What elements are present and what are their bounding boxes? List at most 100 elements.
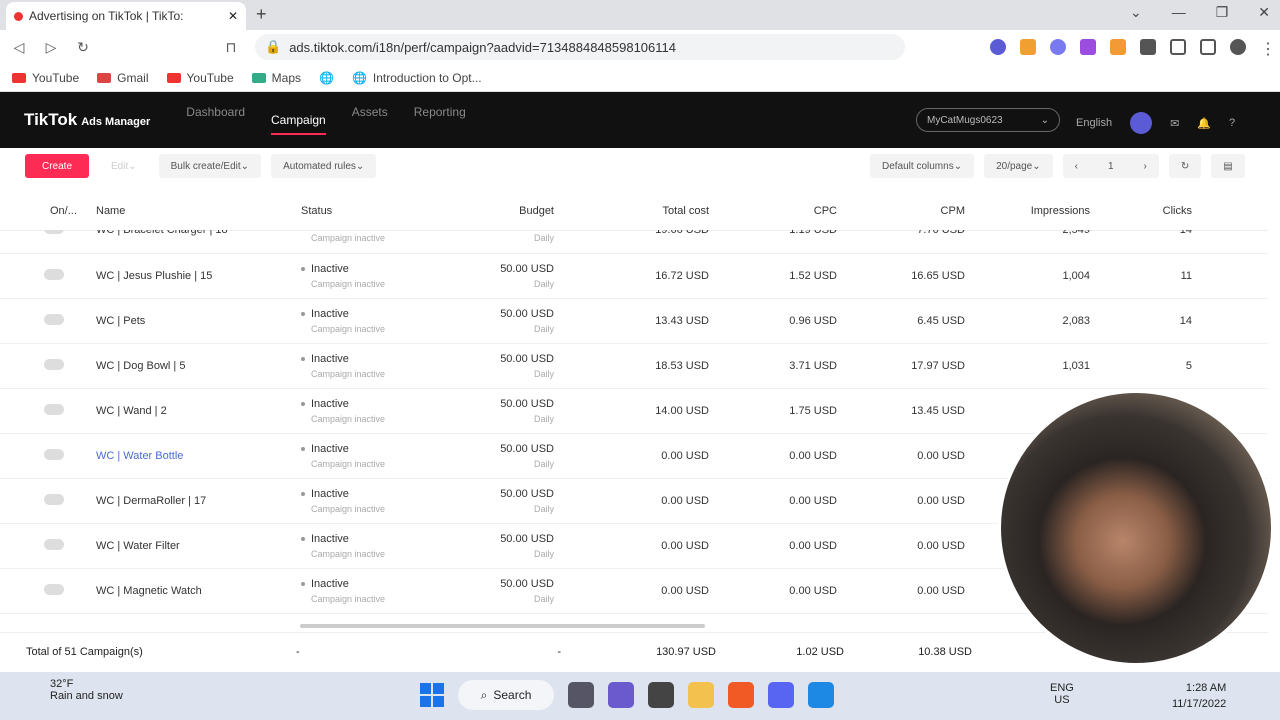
chevron-down-icon[interactable]: ⌄	[1130, 4, 1142, 21]
sidebar-icon[interactable]	[1170, 39, 1186, 55]
close-icon[interactable]: ✕	[228, 9, 238, 23]
new-tab-icon[interactable]: +	[256, 4, 267, 25]
nav-campaign[interactable]: Campaign	[271, 113, 326, 135]
extension-icon[interactable]	[1080, 39, 1096, 55]
url-field[interactable]: 🔒 ads.tiktok.com/i18n/perf/campaign?aadv…	[255, 34, 905, 60]
next-page-icon[interactable]: ›	[1144, 161, 1147, 172]
col-cpm[interactable]: CPM	[843, 192, 971, 231]
account-selector[interactable]: MyCatMugs0623 ⌄	[916, 108, 1060, 132]
close-window-icon[interactable]: ✕	[1258, 4, 1270, 21]
name-cell[interactable]: WC | Bracelet Charger | 18	[90, 230, 295, 254]
back-icon[interactable]: ◁	[10, 39, 28, 56]
status-toggle[interactable]	[44, 493, 64, 505]
name-cell[interactable]: WC | DermaRoller | 17	[90, 478, 295, 524]
campaign-name[interactable]: WC | Water Bottle	[96, 450, 183, 462]
metamask-icon[interactable]	[1020, 39, 1036, 55]
bookmark-globe[interactable]: 🌐	[319, 71, 334, 85]
bookmark-introduction[interactable]: 🌐 Introduction to Opt...	[352, 71, 482, 85]
system-tray-lang[interactable]: ENG US	[1050, 682, 1074, 706]
budget-cell[interactable]: 50.00 USD Daily	[425, 298, 560, 344]
create-button[interactable]: Create	[25, 154, 89, 178]
puzzle-icon[interactable]	[1140, 39, 1156, 55]
taskbar-search[interactable]: ⌕ Search	[458, 680, 554, 710]
bell-icon[interactable]: 🔔	[1197, 117, 1211, 130]
name-cell[interactable]: WC | Pets	[90, 298, 295, 344]
col-onoff[interactable]: On/...	[0, 192, 90, 231]
task-view-icon[interactable]	[568, 682, 594, 708]
bookmark-youtube[interactable]: YouTube	[12, 71, 79, 85]
name-cell[interactable]: WC | Dog Bowl | 5	[90, 343, 295, 389]
automated-rules-button[interactable]: Automated rules ⌄	[271, 154, 377, 178]
nav-reporting[interactable]: Reporting	[414, 105, 466, 135]
budget-cell[interactable]: 50.00 USD Daily	[425, 568, 560, 614]
bulk-create-button[interactable]: Bulk create/Edit ⌄	[158, 154, 262, 178]
status-toggle[interactable]	[44, 358, 64, 370]
extension-icon[interactable]	[990, 39, 1006, 55]
budget-cell[interactable]: 50.00 USD Daily	[425, 478, 560, 524]
col-total-cost[interactable]: Total cost	[560, 192, 715, 231]
language-selector[interactable]: English	[1076, 117, 1112, 129]
teams-icon[interactable]	[608, 682, 634, 708]
refresh-icon[interactable]: ↻	[1168, 154, 1202, 178]
status-toggle[interactable]	[44, 538, 64, 550]
bookmark-maps[interactable]: Maps	[251, 71, 301, 85]
export-icon[interactable]: ▤	[1211, 154, 1245, 178]
campaign-name[interactable]: WC | Magnetic Watch	[96, 585, 202, 597]
name-cell[interactable]: WC | Jesus Plushie | 15	[90, 253, 295, 299]
brave-icon[interactable]	[728, 682, 754, 708]
col-impressions[interactable]: Impressions	[971, 192, 1096, 231]
menu-icon[interactable]: ⋮	[1260, 39, 1276, 58]
edit-button[interactable]: Edit ⌄	[99, 154, 149, 178]
campaign-name[interactable]: WC | Pets	[96, 315, 145, 327]
maximize-icon[interactable]: ❐	[1216, 4, 1229, 21]
status-toggle[interactable]	[44, 313, 64, 325]
name-cell[interactable]: WC | Water Bottle	[90, 433, 295, 479]
discord-icon[interactable]	[768, 682, 794, 708]
name-cell[interactable]: WC | Wand | 2	[90, 388, 295, 434]
horizontal-scrollbar[interactable]	[300, 624, 705, 628]
name-cell[interactable]: WC | Water Filter	[90, 523, 295, 569]
status-toggle[interactable]	[44, 583, 64, 595]
vscode-icon[interactable]	[808, 682, 834, 708]
campaign-name[interactable]: WC | Jesus Plushie | 15	[96, 270, 212, 282]
name-cell[interactable]: WC | Magnetic Watch	[90, 568, 295, 614]
bookmark-gmail[interactable]: Gmail	[97, 71, 149, 85]
bookmark-icon[interactable]: ⊓	[222, 39, 240, 56]
reload-icon[interactable]: ↻	[74, 39, 92, 56]
page-size-dropdown[interactable]: 20/page ⌄	[984, 154, 1053, 178]
col-name[interactable]: Name	[90, 192, 295, 231]
table-row[interactable]: WC | Pets Inactive Campaign inactive 50.00 …	[0, 298, 1268, 344]
minimize-icon[interactable]: —	[1172, 4, 1186, 21]
extension-icon[interactable]	[1050, 39, 1066, 55]
campaign-name[interactable]: WC | Wand | 2	[96, 405, 167, 417]
profile-icon[interactable]	[1230, 39, 1246, 55]
wallet-icon[interactable]	[1200, 39, 1216, 55]
status-toggle[interactable]	[44, 230, 64, 235]
col-clicks[interactable]: Clicks	[1096, 192, 1198, 231]
status-toggle[interactable]	[44, 403, 64, 415]
status-toggle[interactable]	[44, 268, 64, 280]
col-budget[interactable]: Budget	[425, 192, 560, 231]
nav-assets[interactable]: Assets	[352, 105, 388, 135]
tiktok-logo[interactable]: TikTok Ads Manager	[24, 110, 150, 130]
chatgpt-icon[interactable]	[648, 682, 674, 708]
windows-start-icon[interactable]	[420, 683, 444, 707]
status-toggle[interactable]	[44, 448, 64, 460]
col-status[interactable]: Status	[295, 192, 425, 231]
weather-widget[interactable]: 32°F Rain and snow	[18, 678, 123, 702]
nav-dashboard[interactable]: Dashboard	[186, 105, 245, 135]
columns-dropdown[interactable]: Default columns ⌄	[870, 154, 975, 178]
taskbar-clock[interactable]: 1:28 AM 11/17/2022	[1172, 680, 1226, 712]
campaign-name[interactable]: WC | DermaRoller | 17	[96, 495, 206, 507]
prev-page-icon[interactable]: ‹	[1075, 161, 1078, 172]
budget-cell[interactable]: 50.00 USD Daily	[425, 388, 560, 434]
browser-tab[interactable]: Advertising on TikTok | TikTo: ✕	[6, 2, 246, 30]
bookmark-youtube-2[interactable]: YouTube	[166, 71, 234, 85]
inbox-icon[interactable]: ✉	[1170, 117, 1179, 130]
budget-cell[interactable]: 50.00 USD Daily	[425, 523, 560, 569]
extension-icon[interactable]	[1110, 39, 1126, 55]
campaign-name[interactable]: WC | Dog Bowl | 5	[96, 360, 185, 372]
budget-cell[interactable]: 50.00 USD Daily	[425, 433, 560, 479]
table-row[interactable]: WC | Dog Bowl | 5 Inactive Campaign inacti…	[0, 343, 1268, 389]
col-cpc[interactable]: CPC	[715, 192, 843, 231]
